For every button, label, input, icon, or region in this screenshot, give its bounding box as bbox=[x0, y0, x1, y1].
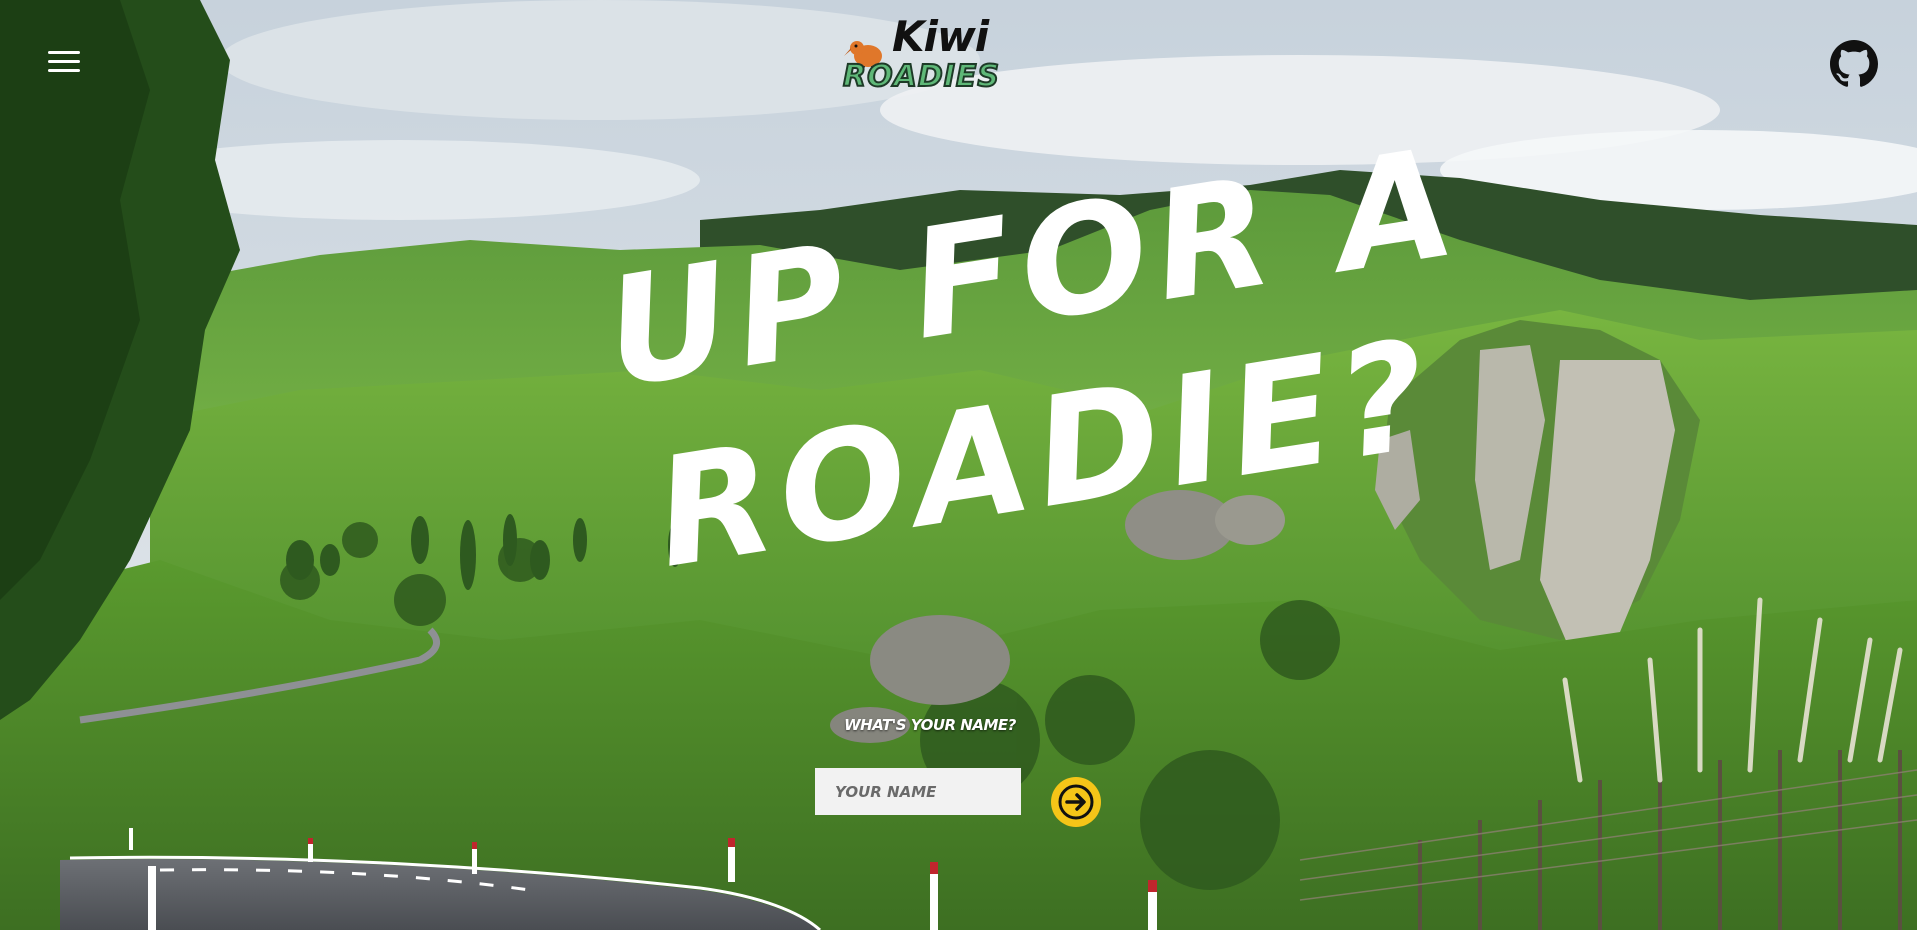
github-link[interactable] bbox=[1830, 40, 1878, 88]
hamburger-menu-icon bbox=[48, 51, 80, 54]
name-input[interactable] bbox=[815, 768, 1021, 815]
hamburger-menu-button[interactable] bbox=[44, 46, 84, 80]
github-icon bbox=[1830, 40, 1878, 87]
site-logo[interactable]: Kiwi ROADIES bbox=[840, 14, 1000, 98]
arrow-right-icon bbox=[1058, 784, 1094, 820]
submit-name-button[interactable] bbox=[1051, 777, 1101, 827]
logo-top-text: Kiwi bbox=[892, 12, 989, 61]
logo-bottom-text: ROADIES bbox=[842, 59, 1000, 94]
name-prompt-label: WHAT'S YOUR NAME? bbox=[844, 716, 1016, 734]
